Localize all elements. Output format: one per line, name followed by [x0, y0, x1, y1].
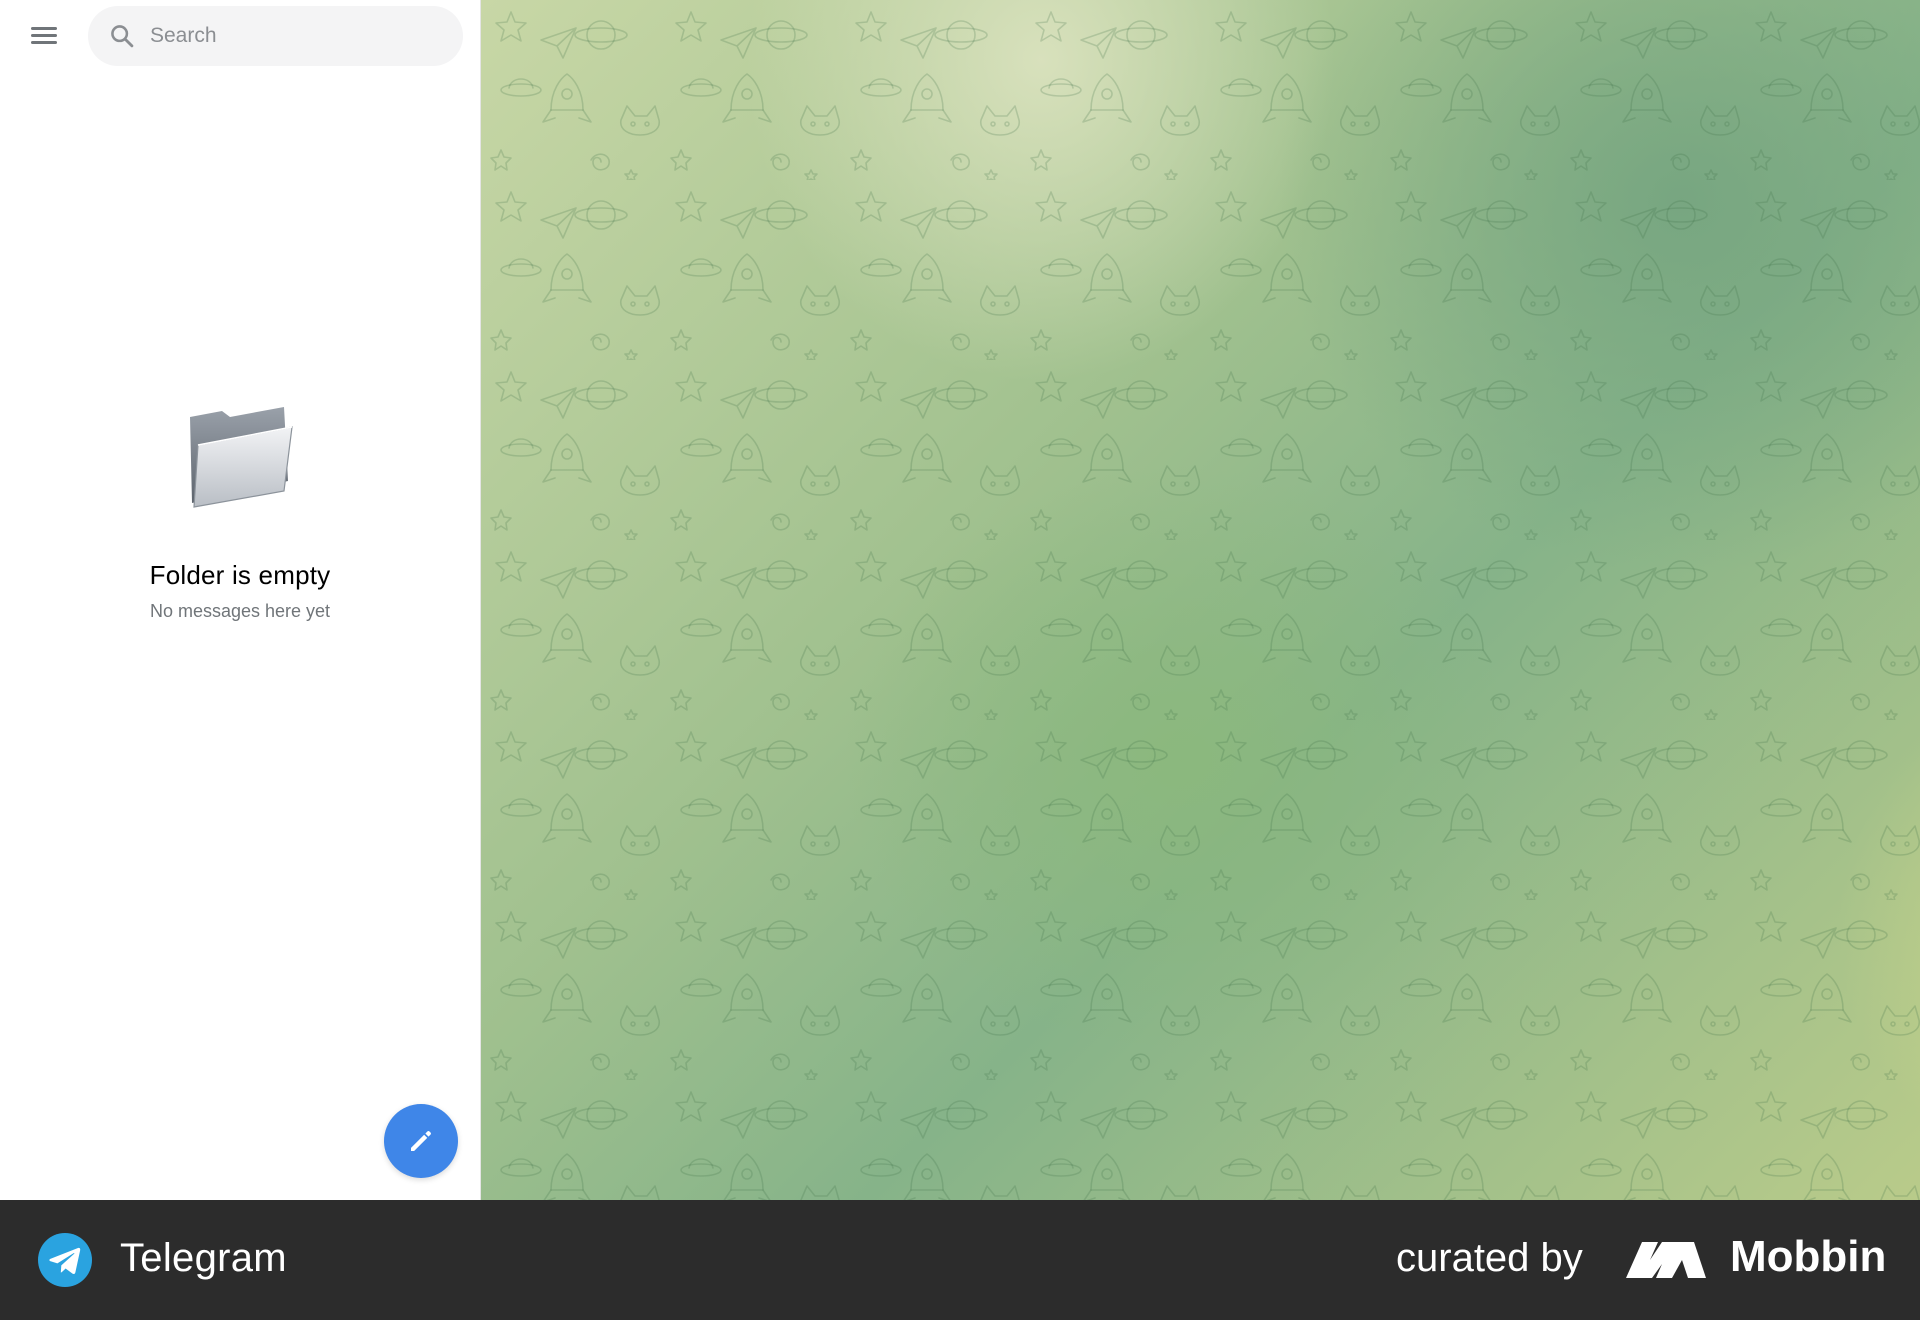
hamburger-menu-icon — [31, 26, 57, 44]
chat-background — [481, 0, 1920, 1200]
telegram-logo-icon — [38, 1233, 92, 1287]
folder-icon — [190, 407, 293, 508]
new-message-button[interactable] — [384, 1104, 458, 1178]
empty-state-title: Folder is empty — [149, 560, 331, 590]
sidebar-header — [0, 0, 480, 70]
search-icon — [111, 25, 134, 48]
search-input[interactable] — [148, 23, 448, 49]
attribution-footer: Telegram curated by Mobbin — [0, 1200, 1920, 1320]
chat-list-sidebar: Folder is empty No messages here yet — [0, 0, 481, 1200]
empty-folder-state: Folder is empty No messages here yet — [0, 395, 480, 622]
search-field[interactable] — [88, 6, 463, 66]
pencil-icon — [411, 1131, 431, 1151]
app-name: Telegram — [120, 1236, 287, 1280]
main-menu-button[interactable] — [20, 15, 68, 55]
app-window: Folder is empty No messages here yet — [0, 0, 1920, 1200]
empty-state-subtitle: No messages here yet — [149, 601, 331, 621]
brand-name: Mobbin — [1730, 1232, 1887, 1281]
mobbin-logo-icon — [1626, 1242, 1706, 1278]
curated-by-label: curated by — [1396, 1236, 1583, 1280]
doodle-pattern — [481, 0, 1920, 1200]
